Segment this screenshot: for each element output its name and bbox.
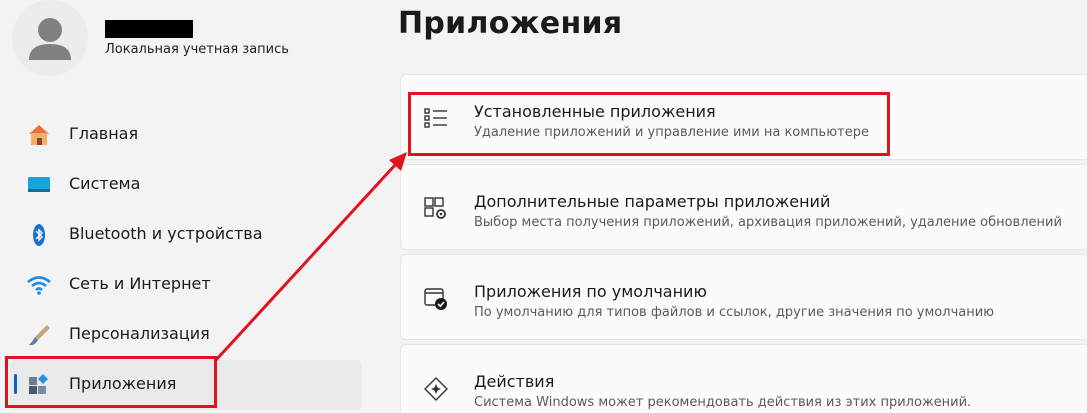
home-icon <box>29 125 49 145</box>
card-desc: Выбор места получения приложений, архива… <box>474 215 1062 230</box>
monitor-icon <box>28 177 50 192</box>
card-title: Приложения по умолчанию <box>474 282 707 301</box>
highlight-box-installed-apps <box>408 92 890 156</box>
sidebar-item-label: Главная <box>69 124 139 143</box>
sidebar-item-network[interactable]: Сеть и Интернет <box>10 260 362 310</box>
sidebar-item-label: Bluetooth и устройства <box>69 224 263 243</box>
card-title: Действия <box>474 372 555 391</box>
wifi-icon <box>27 276 51 295</box>
settings-window: Локальная учетная запись Главная Система <box>0 0 1087 413</box>
card-desc: По умолчанию для типов файлов и ссылок, … <box>474 305 995 320</box>
avatar[interactable] <box>12 0 88 76</box>
sidebar-item-personalization[interactable]: Персонализация <box>10 310 362 360</box>
card-desc: Система Windows может рекомендовать дейс… <box>474 395 972 410</box>
sidebar-item-bluetooth[interactable]: Bluetooth и устройства <box>10 210 362 260</box>
redacted-username <box>105 20 193 38</box>
brush-icon <box>29 325 50 346</box>
user-icon <box>29 18 71 60</box>
card-default-apps[interactable]: Приложения по умолчанию По умолчанию для… <box>400 254 1087 340</box>
default-apps-icon <box>424 288 447 310</box>
card-advanced-app-settings[interactable]: Дополнительные параметры приложений Выбо… <box>400 164 1087 250</box>
account-type-label: Локальная учетная запись <box>105 42 289 57</box>
card-actions[interactable]: Действия Система Windows может рекомендо… <box>400 344 1087 413</box>
actions-icon <box>424 377 448 401</box>
page-title: Приложения <box>398 6 623 41</box>
sidebar-item-label: Сеть и Интернет <box>69 274 211 293</box>
sidebar: Локальная учетная запись Главная Система <box>0 0 380 413</box>
highlight-box-apps-nav <box>5 356 217 408</box>
user-profile[interactable]: Локальная учетная запись <box>12 0 372 80</box>
card-title: Дополнительные параметры приложений <box>474 192 831 211</box>
sidebar-item-label: Персонализация <box>69 324 210 343</box>
app-settings-icon <box>424 197 446 219</box>
bluetooth-icon <box>33 224 45 246</box>
sidebar-item-system[interactable]: Система <box>10 160 362 210</box>
sidebar-item-label: Система <box>69 174 141 193</box>
sidebar-item-home[interactable]: Главная <box>10 110 362 160</box>
